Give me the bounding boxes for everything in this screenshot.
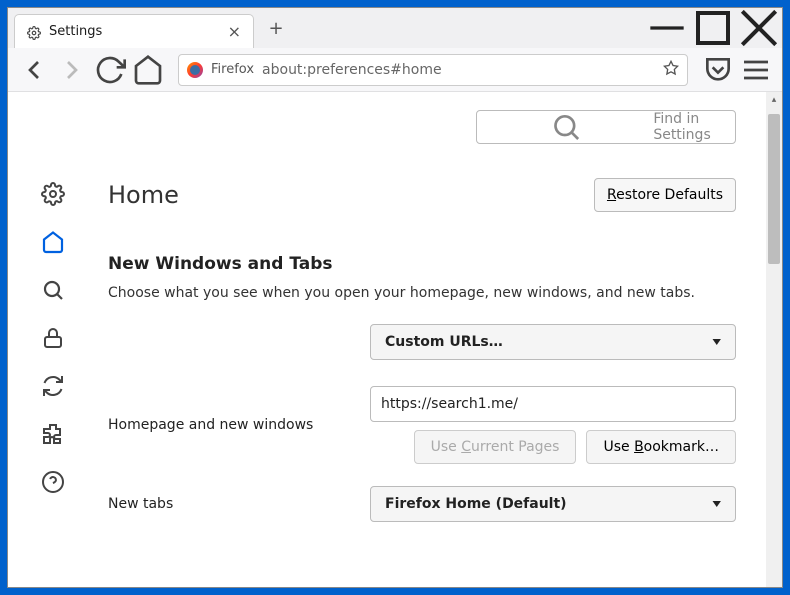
help-icon[interactable] xyxy=(41,470,65,494)
close-tab-icon[interactable]: × xyxy=(228,22,241,41)
settings-search-input[interactable]: Find in Settings xyxy=(476,110,736,144)
scrollbar[interactable] xyxy=(766,92,782,587)
search-icon xyxy=(487,111,645,143)
home-button[interactable] xyxy=(132,54,164,86)
minimize-button[interactable] xyxy=(644,8,690,48)
url-label: Firefox xyxy=(211,62,254,77)
back-button[interactable] xyxy=(18,54,50,86)
use-current-pages-button[interactable]: Use Current Pages xyxy=(414,430,577,464)
close-window-button[interactable] xyxy=(736,8,782,48)
firefox-icon xyxy=(187,62,203,78)
settings-sidebar xyxy=(8,92,98,587)
section-description: Choose what you see when you open your h… xyxy=(108,284,736,304)
chevron-down-icon: ▼ xyxy=(713,337,721,346)
url-text: about:preferences#home xyxy=(262,62,655,78)
forward-button[interactable] xyxy=(56,54,88,86)
select-value: Firefox Home (Default) xyxy=(385,496,567,512)
chevron-down-icon: ▼ xyxy=(713,499,721,508)
menu-button[interactable] xyxy=(740,54,772,86)
gear-icon xyxy=(27,25,41,39)
maximize-button[interactable] xyxy=(690,8,736,48)
titlebar: Settings × + xyxy=(8,8,782,48)
bookmark-star-icon[interactable] xyxy=(663,60,679,80)
settings-main: Find in Settings Home Restore Defaults N… xyxy=(98,92,766,587)
home-icon[interactable] xyxy=(41,230,65,254)
search-placeholder: Find in Settings xyxy=(653,111,725,143)
content-area: Find in Settings Home Restore Defaults N… xyxy=(8,92,782,587)
restore-defaults-button[interactable]: Restore Defaults xyxy=(594,178,736,212)
extensions-icon[interactable] xyxy=(41,422,65,446)
window-controls xyxy=(644,8,782,48)
url-bar[interactable]: Firefox about:preferences#home xyxy=(178,54,688,86)
toolbar: Firefox about:preferences#home xyxy=(8,48,782,92)
select-value: Custom URLs… xyxy=(385,334,503,350)
browser-tab[interactable]: Settings × xyxy=(14,14,254,48)
use-bookmark-button[interactable]: Use Bookmark… xyxy=(586,430,736,464)
new-tab-button[interactable]: + xyxy=(262,14,290,42)
search-icon[interactable] xyxy=(41,278,65,302)
section-title: New Windows and Tabs xyxy=(108,254,736,274)
homepage-label: Homepage and new windows xyxy=(108,417,358,433)
pocket-button[interactable] xyxy=(702,54,734,86)
scrollbar-thumb[interactable] xyxy=(768,114,780,264)
browser-window: Settings × + Firefox about:preferences#h… xyxy=(7,7,783,588)
general-icon[interactable] xyxy=(41,182,65,206)
privacy-icon[interactable] xyxy=(41,326,65,350)
page-title: Home xyxy=(108,181,179,209)
homepage-mode-select[interactable]: Custom URLs… ▼ xyxy=(370,324,736,360)
tab-title: Settings xyxy=(49,24,220,39)
newtabs-select[interactable]: Firefox Home (Default) ▼ xyxy=(370,486,736,522)
settings-page: Find in Settings Home Restore Defaults N… xyxy=(8,92,766,587)
homepage-url-input[interactable]: https://search1.me/ xyxy=(370,386,736,422)
newtabs-label: New tabs xyxy=(108,496,358,512)
sync-icon[interactable] xyxy=(41,374,65,398)
reload-button[interactable] xyxy=(94,54,126,86)
